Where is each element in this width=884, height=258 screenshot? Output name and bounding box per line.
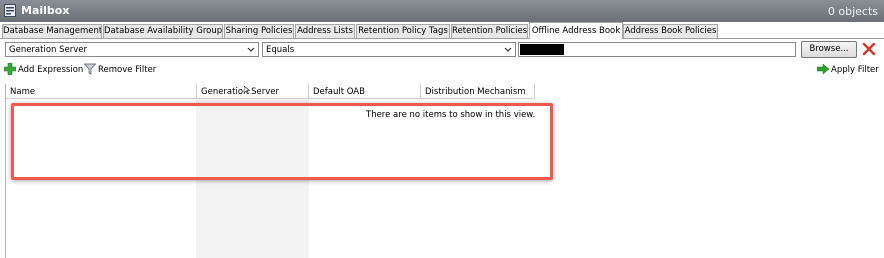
tab-retention-policy-tags[interactable]: Retention Policy Tags [356, 24, 450, 38]
add-expression-label: Add Expression [18, 65, 84, 75]
tab-offline-address-book[interactable]: Offline Address Book [529, 22, 623, 39]
tab-database-availability-groups[interactable]: Database Availability Groups [103, 24, 223, 38]
window-title: Mailbox [21, 4, 70, 17]
mailbox-icon [4, 4, 16, 17]
filter-operator-value: Equals [266, 45, 295, 55]
title-bar: Mailbox 0 objects [0, 0, 884, 22]
highlight-annotation-box [11, 103, 553, 180]
column-header-name[interactable]: Name [6, 84, 197, 99]
delete-filter-icon[interactable] [862, 42, 876, 56]
mouse-cursor-icon [244, 86, 250, 94]
apply-filter-button[interactable]: Apply Filter [817, 63, 879, 77]
funnel-remove-icon [84, 63, 96, 75]
tab-retention-policies[interactable]: Retention Policies [451, 24, 528, 38]
tab-address-book-policies[interactable]: Address Book Policies [623, 24, 718, 38]
add-expression-button[interactable]: Add Expression [4, 63, 83, 77]
tab-address-lists[interactable]: Address Lists [295, 24, 355, 38]
chevron-down-icon [247, 47, 255, 52]
apply-filter-label: Apply Filter [831, 65, 879, 75]
object-count: 0 objects [827, 5, 878, 18]
column-header-generation-server[interactable]: Generation Server [197, 84, 309, 99]
column-header-distribution-mechanism[interactable]: Distribution Mechanism [421, 84, 535, 99]
chevron-down-icon [504, 47, 512, 52]
tab-sharing-policies[interactable]: Sharing Policies [224, 24, 294, 38]
filter-attribute-value: Generation Server [9, 45, 87, 55]
column-header-default-oab[interactable]: Default OAB [309, 84, 421, 99]
tab-database-management[interactable]: Database Management [2, 24, 102, 38]
filter-panel: Generation Server Equals Browse... Add E… [0, 39, 884, 83]
filter-operator-select[interactable]: Equals [262, 42, 516, 57]
tab-strip: Database Management Database Availabilit… [0, 22, 884, 39]
redacted-value [520, 44, 564, 55]
filter-attribute-select[interactable]: Generation Server [5, 42, 259, 57]
remove-filter-label: Remove Filter [98, 65, 157, 75]
remove-filter-button[interactable]: Remove Filter [84, 63, 156, 77]
add-icon [4, 63, 16, 75]
browse-button[interactable]: Browse... [801, 41, 857, 58]
green-arrow-icon [817, 63, 829, 75]
filter-value-input[interactable] [518, 42, 796, 57]
